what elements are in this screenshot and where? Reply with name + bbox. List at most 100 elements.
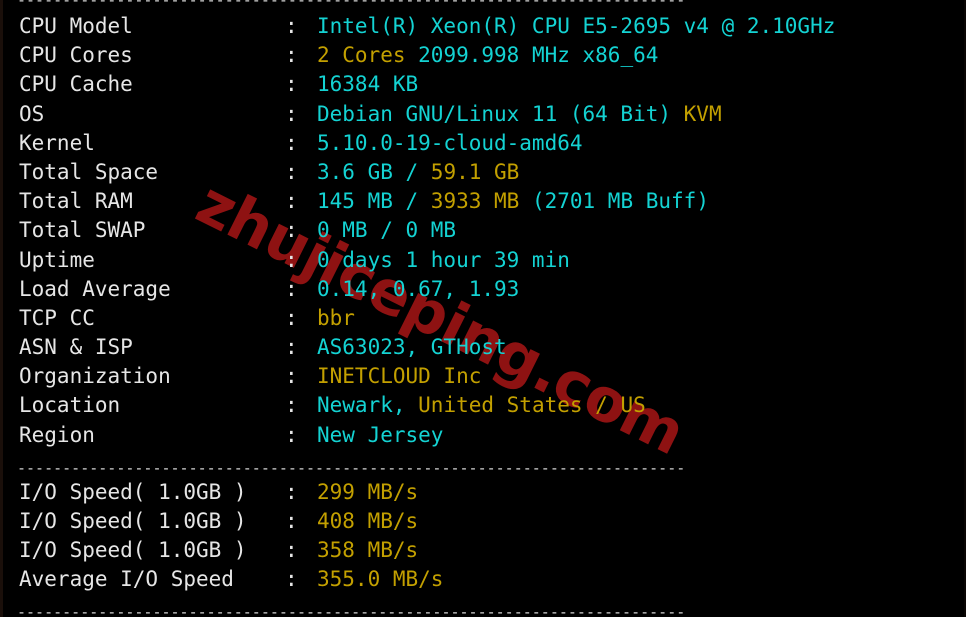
io-speed-value: 299 MB/s [317,478,418,507]
system-info-value-segment: 2099.998 MHz x86_64 [418,43,659,68]
system-info-value-segment: KVM [683,101,722,126]
system-info-label: CPU Cores [19,43,133,68]
system-info-value-segment: 2 Cores [317,43,419,68]
system-info-value-segment: 0.14, 0.67, 1.93 [317,276,520,301]
system-info-label: Total SWAP [19,218,146,243]
system-info-row: Location: Newark, United States / US [3,391,964,420]
system-info-row: Organization: INETCLOUD Inc [3,362,964,391]
colon-separator: : [285,247,298,272]
system-info-block: CPU Model: Intel(R) Xeon(R) CPU E5-2695 v… [3,11,964,450]
system-info-value-segment: New Jersey [317,422,444,447]
system-info-value-segment: 3933 MB [430,189,532,214]
system-info-value: New Jersey [317,421,443,450]
system-info-value: AS63023, GTHost [317,333,507,362]
system-info-value-segment: Newark, [317,393,419,418]
system-info-row: Region: New Jersey [3,421,964,450]
system-info-label: Kernel [19,130,95,155]
system-info-value-segment: Intel(R) Xeon(R) CPU E5-2695 v4 @ 2.10GH… [317,14,836,38]
colon-separator: : [285,335,298,360]
io-speed-value-segment: 299 MB/s [317,479,419,504]
system-info-value: 0 days 1 hour 39 min [317,246,570,275]
io-speed-label: I/O Speed( 1.0GB ) [19,538,247,563]
separator-bottom: ----------------------------------------… [17,602,686,617]
system-info-value-segment: 59.1 GB [430,159,520,184]
system-info-row: CPU Cache:16384 KB [3,70,964,99]
system-info-value: Intel(R) Xeon(R) CPU E5-2695 v4 @ 2.10GH… [317,12,835,41]
terminal-window[interactable]: zhujiceping.com ------------------------… [0,0,966,617]
colon-separator: : [285,189,298,214]
colon-separator: : [285,479,298,504]
system-info-value-segment: United States / US [418,393,646,418]
system-info-value: INETCLOUD Inc [317,362,481,391]
separator-middle: ----------------------------------------… [17,458,686,477]
separator-top: ----------------------------------------… [17,0,686,9]
system-info-label: Total Space [19,159,159,184]
system-info-row: Total Space:3.6 GB / 59.1 GB [3,158,964,187]
system-info-value: bbr [317,304,355,333]
io-speed-row: Average I/O Speed:355.0 MB/s [3,565,964,594]
system-info-value: 2 Cores 2099.998 MHz x86_64 [317,41,658,70]
io-speed-value-segment: 355.0 MB/s [317,567,444,592]
system-info-row: Total SWAP:0 MB / 0 MB [3,216,964,245]
system-info-label: Region [19,422,95,447]
system-info-label: Location [19,393,121,418]
system-info-value: 145 MB / 3933 MB (2701 MB Buff) [317,187,709,216]
system-info-value-segment: bbr [317,305,355,330]
system-info-value-segment: (2701 MB Buff) [531,189,709,214]
system-info-label: ASN & ISP [19,335,133,360]
io-speed-value: 355.0 MB/s [317,565,443,594]
system-info-value: Debian GNU/Linux 11 (64 Bit) KVM [317,100,722,129]
system-info-value: Newark, United States / US [317,391,646,420]
colon-separator: : [285,567,298,592]
system-info-row: CPU Cores:2 Cores 2099.998 MHz x86_64 [3,41,964,70]
system-info-label: Total RAM [19,189,133,214]
io-speed-value: 408 MB/s [317,507,418,536]
system-info-value: 3.6 GB / 59.1 GB [317,158,519,187]
system-info-value-segment: 5.10.0-19-cloud-amd64 [317,130,583,155]
system-info-label: Load Average [19,276,171,301]
system-info-label: CPU Cache [19,72,133,97]
system-info-value: 0.14, 0.67, 1.93 [317,275,519,304]
colon-separator: : [285,43,298,68]
colon-separator: : [285,509,298,533]
colon-separator: : [285,538,298,563]
colon-separator: : [285,393,298,418]
io-results-block: I/O Speed( 1.0GB ):299 MB/s I/O Speed( 1.… [3,477,964,595]
io-speed-value-segment: 408 MB/s [317,509,419,533]
terminal-output: ----------------------------------------… [3,0,964,617]
system-info-row: CPU Model: Intel(R) Xeon(R) CPU E5-2695 v… [3,12,964,41]
colon-separator: : [285,218,298,243]
system-info-label: Organization [19,364,171,389]
system-info-value-segment: 16384 KB [317,72,419,97]
system-info-value-segment: 145 MB / [317,189,431,214]
colon-separator: : [285,130,298,155]
system-info-row: Uptime:0 days 1 hour 39 min [3,246,964,275]
system-info-value-segment: AS63023, GTHost [317,335,507,360]
io-speed-label: I/O Speed( 1.0GB ) [19,509,247,533]
colon-separator: : [285,72,298,97]
system-info-value-segment: INETCLOUD Inc [317,364,482,389]
colon-separator: : [285,159,298,184]
system-info-row: TCP CC: bbr [3,304,964,333]
system-info-value: 5.10.0-19-cloud-amd64 [317,129,583,158]
colon-separator: : [285,422,298,447]
io-speed-row: I/O Speed( 1.0GB ):358 MB/s [3,536,964,565]
system-info-value-segment: Debian GNU/Linux 11 (64 Bit) [317,101,684,126]
system-info-label: Uptime [19,247,95,272]
colon-separator: : [285,276,298,301]
system-info-row: Kernel:5.10.0-19-cloud-amd64 [3,129,964,158]
system-info-label: OS [19,101,45,126]
colon-separator: : [285,101,298,126]
system-info-row: Total RAM:145 MB / 3933 MB (2701 MB Buff… [3,187,964,216]
system-info-row: ASN & ISP: AS63023, GTHost [3,333,964,362]
colon-separator: : [285,305,298,330]
io-speed-row: I/O Speed( 1.0GB ):408 MB/s [3,507,964,536]
system-info-value-segment: 0 days 1 hour 39 min [317,247,570,272]
system-info-label: CPU Model [19,14,133,38]
system-info-row: OS: Debian GNU/Linux 11 (64 Bit) KVM [3,100,964,129]
system-info-row: Load Average:0.14, 0.67, 1.93 [3,275,964,304]
system-info-label: TCP CC [19,305,95,330]
system-info-value: 16384 KB [317,70,418,99]
io-speed-row: I/O Speed( 1.0GB ):299 MB/s [3,478,964,507]
system-info-value-segment: 0 MB / 0 MB [317,218,457,243]
